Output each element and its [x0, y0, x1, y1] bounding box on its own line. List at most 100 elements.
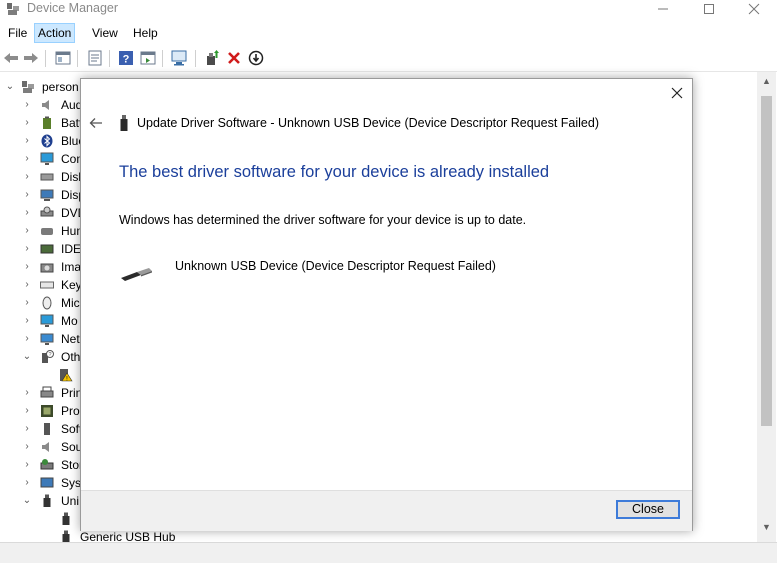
tree-item[interactable]: › Disp: [0, 186, 90, 204]
ide-icon: [40, 244, 54, 254]
action-pane-button[interactable]: [139, 49, 157, 67]
tree-item[interactable]: › Soft: [0, 420, 90, 438]
tree-item[interactable]: › Sou: [0, 438, 90, 456]
console-tree-button[interactable]: [54, 49, 72, 67]
uninstall-icon: [228, 52, 240, 64]
tree-item[interactable]: › Ima: [0, 258, 90, 276]
dialog-back-button[interactable]: [87, 114, 105, 132]
tree-item[interactable]: › Net: [0, 330, 90, 348]
tree-item-label: Ima: [61, 260, 82, 274]
scroll-up-arrow-icon[interactable]: ▲: [757, 76, 776, 90]
scrollbar-thumb[interactable]: [761, 96, 772, 426]
update-driver-button[interactable]: [203, 49, 221, 67]
action-pane-icon: [140, 51, 156, 65]
back-arrow-icon: [89, 118, 102, 128]
tree-item[interactable]: › Mic: [0, 294, 90, 312]
uninstall-button[interactable]: [225, 49, 243, 67]
disable-icon: [248, 50, 264, 66]
chevron-right-icon[interactable]: ›: [22, 474, 32, 492]
chevron-right-icon[interactable]: ›: [22, 258, 32, 276]
disk-icon: [40, 173, 54, 181]
close-button[interactable]: Close: [616, 500, 680, 519]
chevron-down-icon[interactable]: ⌄: [22, 348, 32, 366]
disable-button[interactable]: [247, 49, 265, 67]
chevron-right-icon[interactable]: ›: [22, 420, 32, 438]
chevron-right-icon[interactable]: ›: [22, 276, 32, 294]
tree-item[interactable]: › Com: [0, 150, 90, 168]
chevron-right-icon[interactable]: ›: [22, 312, 32, 330]
tree-item[interactable]: › Batt: [0, 114, 90, 132]
chevron-right-icon[interactable]: ›: [22, 456, 32, 474]
tree-root[interactable]: ⌄ person: [0, 78, 90, 96]
chevron-down-icon[interactable]: ⌄: [22, 492, 32, 510]
chevron-right-icon[interactable]: ›: [22, 240, 32, 258]
software-icon: [44, 423, 50, 435]
computer-icon: [22, 81, 34, 93]
tree-item[interactable]: › Pro: [0, 402, 90, 420]
properties-button[interactable]: [86, 49, 104, 67]
menu-help[interactable]: Help: [129, 24, 162, 42]
chevron-right-icon[interactable]: ›: [22, 96, 32, 114]
dialog-footer: [81, 490, 692, 531]
help-icon: ?: [119, 51, 133, 66]
dialog-close-button[interactable]: [667, 83, 687, 103]
properties-icon: [88, 50, 102, 66]
network-icon: [40, 333, 54, 345]
chevron-right-icon[interactable]: ›: [22, 438, 32, 456]
close-icon: [671, 87, 683, 99]
maximize-button[interactable]: [686, 0, 732, 18]
tree-item[interactable]: › Hum: [0, 222, 90, 240]
chevron-right-icon[interactable]: ›: [22, 114, 32, 132]
window-close-button[interactable]: [731, 0, 777, 18]
chevron-right-icon[interactable]: ›: [22, 132, 32, 150]
tree-item[interactable]: › Stor: [0, 456, 90, 474]
chevron-right-icon[interactable]: ›: [22, 186, 32, 204]
usb-device-icon: [62, 512, 70, 525]
tree-item[interactable]: › Blue: [0, 132, 90, 150]
update-driver-icon: [207, 50, 219, 65]
tree-item[interactable]: › IDE: [0, 240, 90, 258]
tree-item[interactable]: › Audi: [0, 96, 90, 114]
maximize-icon: [704, 4, 714, 14]
tree-item[interactable]: › DVD: [0, 204, 90, 222]
tree-item[interactable]: › Prin: [0, 384, 90, 402]
menu-action[interactable]: Action: [34, 23, 76, 43]
tree-item[interactable]: ⌄ ? Oth: [0, 348, 90, 366]
chevron-down-icon[interactable]: ⌄: [5, 78, 15, 96]
menu-view[interactable]: View: [88, 24, 122, 42]
tree-item[interactable]: !: [0, 366, 90, 384]
chevron-right-icon[interactable]: ›: [22, 402, 32, 420]
scroll-down-arrow-icon[interactable]: ▼: [757, 522, 776, 536]
minimize-button[interactable]: [640, 0, 686, 18]
tree-item[interactable]: ⌄ Uni: [0, 492, 90, 510]
toolbar-separator: [162, 50, 163, 67]
dvd-icon: [40, 206, 54, 217]
system-icon: [40, 477, 54, 488]
tree-item-label: Pro: [61, 404, 80, 418]
other-devices-icon: ?: [42, 350, 54, 363]
chevron-right-icon[interactable]: ›: [22, 150, 32, 168]
chevron-right-icon[interactable]: ›: [22, 204, 32, 222]
scan-hardware-icon: [171, 50, 187, 66]
tree-item[interactable]: [0, 510, 90, 528]
monitor-icon: [40, 152, 54, 165]
chevron-right-icon[interactable]: ›: [22, 168, 32, 186]
toolbar-separator: [195, 50, 196, 67]
scan-hardware-button[interactable]: [170, 49, 188, 67]
back-button[interactable]: [2, 49, 20, 67]
tree-item-label: Key: [61, 278, 82, 292]
chevron-right-icon[interactable]: ›: [22, 294, 32, 312]
window-title: Device Manager: [27, 1, 119, 15]
chevron-right-icon[interactable]: ›: [22, 330, 32, 348]
tree-item[interactable]: › Syst: [0, 474, 90, 492]
dialog-heading: The best driver software for your device…: [119, 163, 550, 181]
help-button[interactable]: ?: [117, 49, 135, 67]
forward-button[interactable]: [22, 49, 40, 67]
chevron-right-icon[interactable]: ›: [22, 384, 32, 402]
chevron-right-icon[interactable]: ›: [22, 222, 32, 240]
toolbar: ?: [0, 45, 777, 72]
menu-file[interactable]: File: [4, 24, 31, 42]
tree-item[interactable]: › Key: [0, 276, 90, 294]
tree-item[interactable]: › Disk: [0, 168, 90, 186]
tree-item[interactable]: › Mo: [0, 312, 90, 330]
